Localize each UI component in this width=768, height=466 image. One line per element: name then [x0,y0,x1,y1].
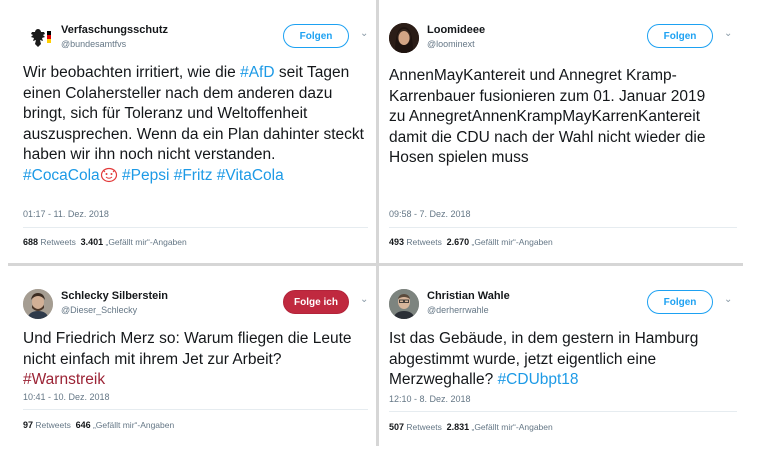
user-handle[interactable]: @loominext [427,39,475,49]
tweet-header: Verfaschungsschutz @bundesamtfvs Folgen … [23,20,368,60]
engagement-stats: 97 Retweets 646 „Gefällt mir“-Angaben [23,420,174,430]
engagement-stats: 688 Retweets 3.401 „Gefällt mir“-Angaben [23,237,187,247]
display-name[interactable]: Verfaschungsschutz [61,24,168,36]
retweets-label: Retweets [406,237,442,247]
separator [23,227,368,228]
timestamp[interactable]: 09:58 - 7. Dez. 2018 [389,209,471,219]
retweets-label: Retweets [406,422,442,432]
avatar[interactable] [389,289,419,319]
retweet-count[interactable]: 688 [23,237,38,247]
cola-emoji-icon [100,167,118,190]
tweet-loomideee: Loomideee @loominext Folgen ⌄ AnnenMayKa… [389,20,737,260]
chevron-down-icon[interactable]: ⌄ [724,294,732,305]
tweet-text: Ist das Gebäude, in dem gestern in Hambu… [389,329,729,391]
avatar[interactable] [23,289,53,319]
follow-button[interactable]: Folgen [647,290,713,314]
tweet-verfaschungsschutz: Verfaschungsschutz @bundesamtfvs Folgen … [23,20,368,260]
tweet-schlecky-silberstein: Schlecky Silberstein @Dieser_Schlecky Fo… [23,286,368,451]
separator [23,409,368,410]
tweet-text: Und Friedrich Merz so: Warum fliegen die… [23,329,368,391]
separator [389,411,737,412]
engagement-stats: 493 Retweets 2.670 „Gefällt mir“-Angaben [389,237,553,247]
hashtag-cocacola[interactable]: #CocaCola [23,167,100,184]
retweet-count[interactable]: 97 [23,420,33,430]
vertical-divider [376,0,379,446]
timestamp[interactable]: 01:17 - 11. Dez. 2018 [23,209,109,219]
following-button[interactable]: Folge ich [283,290,349,314]
tweet-text: AnnenMayKantereit und Annegret Kramp-Kar… [389,67,706,166]
eagle-icon [23,23,53,53]
like-count[interactable]: 3.401 [81,237,104,247]
display-name[interactable]: Loomideee [427,24,485,36]
chevron-down-icon[interactable]: ⌄ [724,28,732,39]
tweet-text-body: Und Friedrich Merz so: Warum fliegen die… [23,330,352,368]
likes-label: „Gefällt mir“-Angaben [471,237,553,247]
hashtag-warnstreik[interactable]: #Warnstreik [23,371,105,388]
tweet-text: Wir beobachten irritiert, wie die #AfD s… [23,63,368,189]
user-handle[interactable]: @bundesamtfvs [61,39,126,49]
user-handle[interactable]: @derherrwahle [427,305,489,315]
tweet-text-part: Wir beobachten irritiert, wie die [23,64,241,81]
avatar[interactable] [23,23,53,53]
avatar[interactable] [389,23,419,53]
like-count[interactable]: 2.831 [447,422,470,432]
hashtag-fritz[interactable]: #Fritz [174,167,213,184]
tweet-christian-wahle: Christian Wahle @derherrwahle Folgen ⌄ I… [389,286,737,451]
hashtag-vitacola[interactable]: #VitaCola [217,167,284,184]
display-name[interactable]: Schlecky Silberstein [61,290,168,302]
tweet-header: Christian Wahle @derherrwahle Folgen ⌄ [389,286,737,326]
like-count[interactable]: 2.670 [447,237,470,247]
hashtag-pepsi[interactable]: #Pepsi [122,167,169,184]
hashtag-cdubpt18[interactable]: #CDUbpt18 [498,371,579,388]
horizontal-divider [8,263,743,266]
retweets-label: Retweets [40,237,76,247]
likes-label: „Gefällt mir“-Angaben [105,237,187,247]
engagement-stats: 507 Retweets 2.831 „Gefällt mir“-Angaben [389,422,553,432]
like-count[interactable]: 646 [76,420,91,430]
likes-label: „Gefällt mir“-Angaben [471,422,553,432]
chevron-down-icon[interactable]: ⌄ [360,294,368,305]
follow-button[interactable]: Folgen [647,24,713,48]
retweets-label: Retweets [35,420,71,430]
likes-label: „Gefällt mir“-Angaben [92,420,175,430]
chevron-down-icon[interactable]: ⌄ [360,28,368,39]
tweet-header: Loomideee @loominext Folgen ⌄ [389,20,737,60]
tweet-header: Schlecky Silberstein @Dieser_Schlecky Fo… [23,286,368,326]
display-name[interactable]: Christian Wahle [427,290,510,302]
retweet-count[interactable]: 507 [389,422,404,432]
follow-button[interactable]: Folgen [283,24,349,48]
timestamp[interactable]: 12:10 - 8. Dez. 2018 [389,394,471,404]
timestamp[interactable]: 10:41 - 10. Dez. 2018 [23,392,110,402]
user-handle[interactable]: @Dieser_Schlecky [61,305,137,315]
separator [389,227,737,228]
hashtag-afd[interactable]: #AfD [240,64,274,81]
retweet-count[interactable]: 493 [389,237,404,247]
